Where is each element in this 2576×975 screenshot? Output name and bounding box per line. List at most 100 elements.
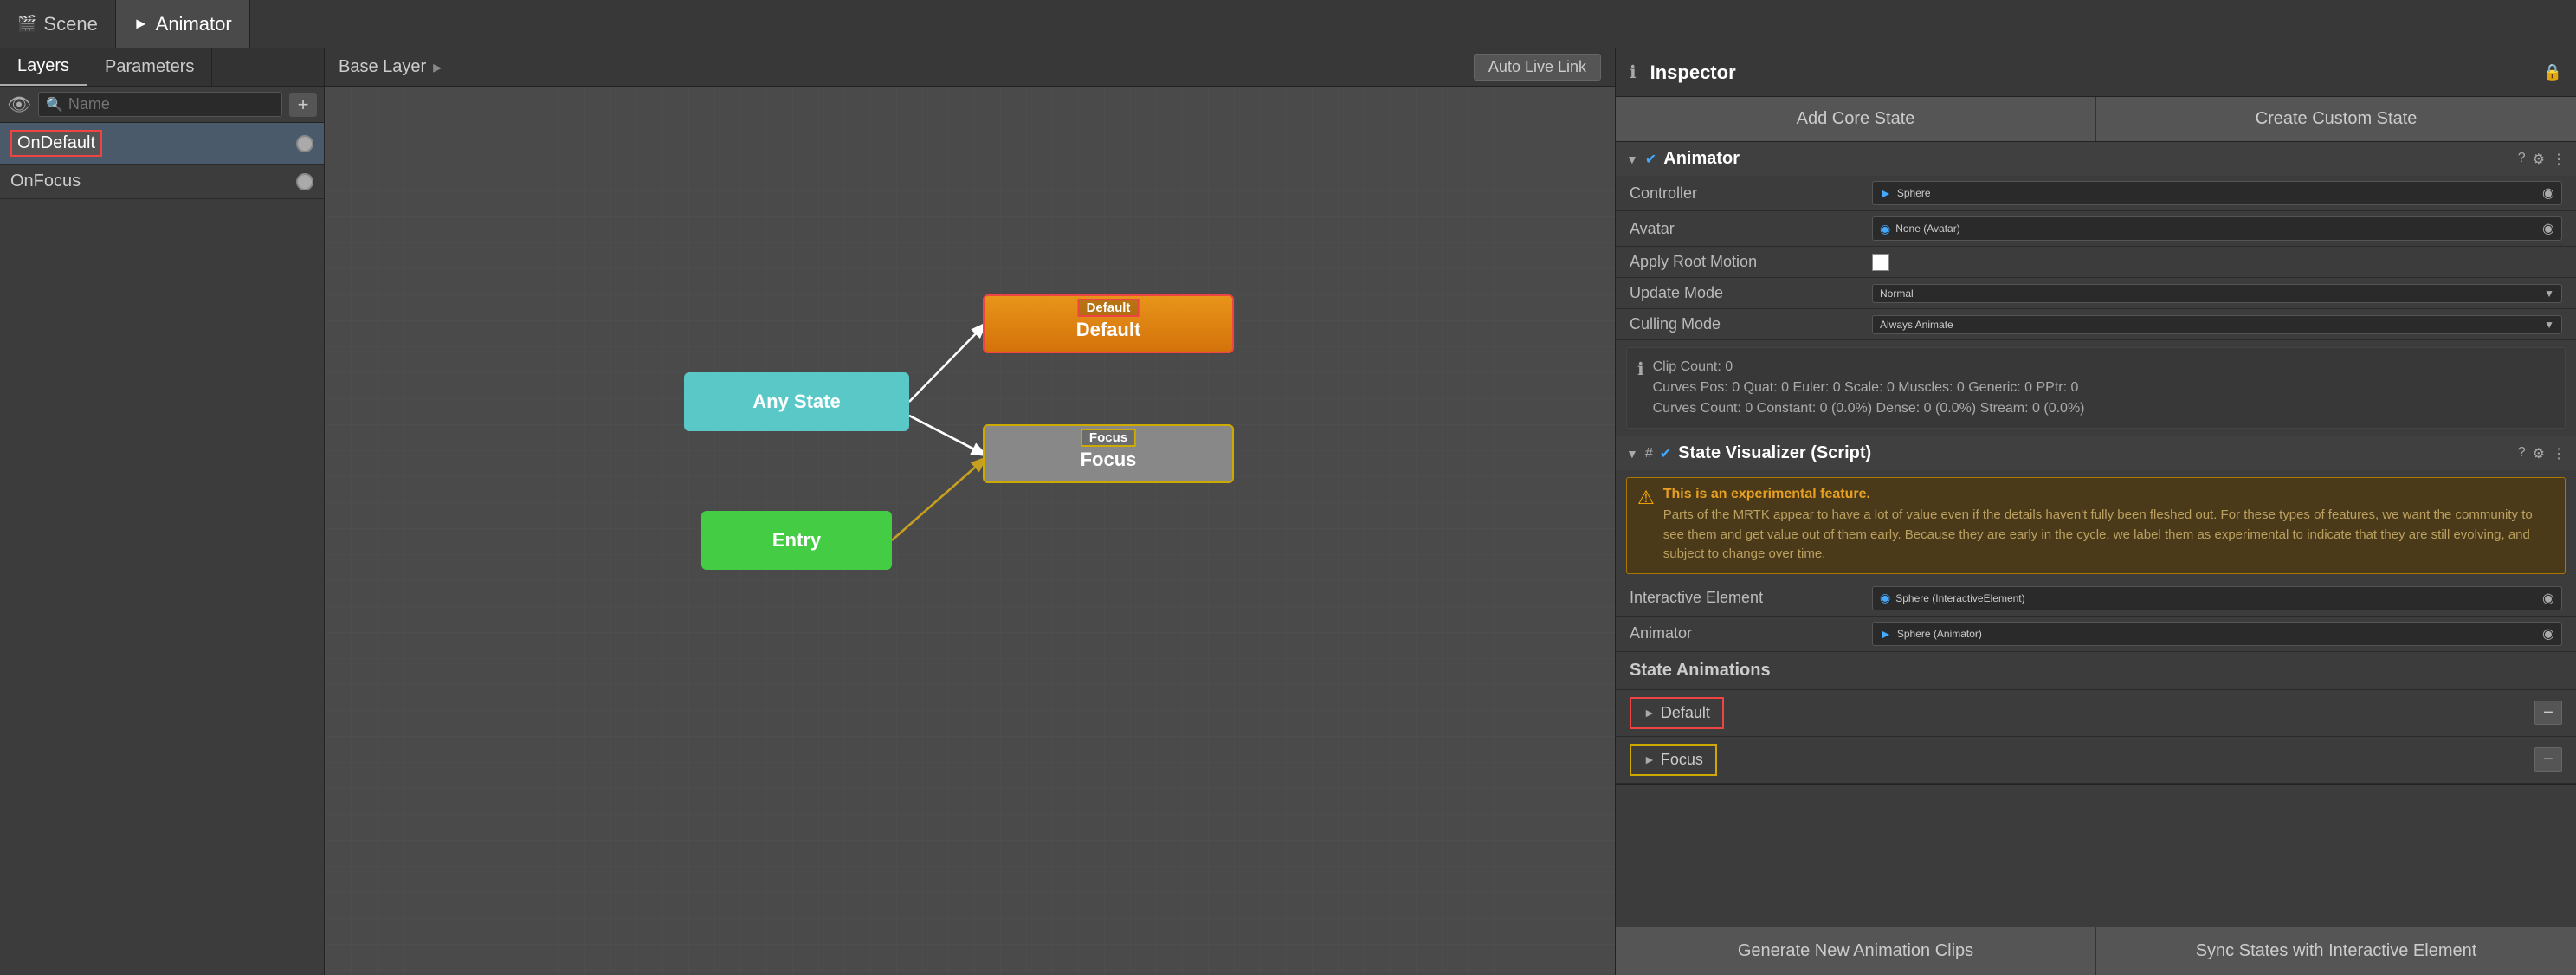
prop-update-mode: Update Mode Normal ▼	[1616, 278, 2576, 309]
layer-item-ondefault[interactable]: OnDefault	[0, 123, 324, 165]
add-core-state-button[interactable]: Add Core State	[1616, 97, 2096, 141]
state-anim-default-arrow: ►	[1643, 706, 1656, 720]
warning-content: This is an experimental feature. Parts o…	[1663, 487, 2554, 565]
prop-apply-root-motion: Apply Root Motion	[1616, 247, 2576, 278]
animator-overflow-icon[interactable]: ⋮	[2552, 151, 2566, 168]
animator-sv-icon: ►	[1880, 627, 1892, 641]
tab-scene[interactable]: 🎬 Scene	[0, 0, 116, 48]
avatar-icon: ◉	[1880, 222, 1890, 236]
culling-mode-value: Always Animate	[1880, 319, 1953, 331]
warning-box: ⚠ This is an experimental feature. Parts…	[1626, 477, 2566, 574]
inspector-icon: ℹ	[1630, 61, 1637, 83]
sv-checkbox[interactable]: ✔	[1660, 445, 1671, 462]
animator-section-buttons: ? ⚙ ⋮	[2518, 151, 2566, 168]
search-input[interactable]	[68, 95, 274, 113]
breadcrumb-separator: ▸	[433, 56, 442, 78]
culling-mode-select[interactable]: Always Animate ▼	[1872, 315, 2562, 334]
layer-item-onfocus[interactable]: OnFocus	[0, 165, 324, 199]
inspector-header: ℹ Inspector 🔒	[1616, 48, 2576, 97]
sv-settings-icon[interactable]: ⚙	[2533, 445, 2545, 462]
tab-animator[interactable]: ► Animator	[116, 0, 250, 48]
update-mode-arrow: ▼	[2544, 287, 2554, 300]
layer-weight-onfocus	[296, 173, 313, 190]
node-any-state[interactable]: Any State	[684, 372, 909, 431]
warning-icon: ⚠	[1637, 487, 1655, 565]
state-anim-default-label: Default	[1661, 704, 1710, 722]
ie-select-icon: ◉	[2542, 590, 2554, 607]
tab-animator-label: Animator	[156, 13, 232, 36]
auto-live-link-button[interactable]: Auto Live Link	[1474, 54, 1601, 81]
tab-parameters[interactable]: Parameters	[87, 48, 212, 86]
sv-help-icon[interactable]: ?	[2518, 445, 2526, 462]
layer-name-ondefault: OnDefault	[10, 130, 102, 157]
sv-section-header[interactable]: ▼ # ✔ State Visualizer (Script) ? ⚙ ⋮	[1616, 436, 2576, 470]
state-anim-default-box[interactable]: ► Default	[1630, 697, 1724, 729]
state-anim-focus-box[interactable]: ► Focus	[1630, 744, 1717, 776]
avatar-name: None (Avatar)	[1895, 223, 1959, 235]
eye-button[interactable]: 👁	[7, 94, 31, 116]
culling-mode-arrow: ▼	[2544, 319, 2554, 331]
node-entry[interactable]: Entry	[701, 511, 892, 570]
focus-node-label-badge: Focus	[1081, 429, 1136, 447]
state-anim-default-remove[interactable]: −	[2534, 701, 2562, 725]
left-panel-tabs: Layers Parameters	[0, 48, 324, 87]
prop-controller: Controller ► Sphere ◉	[1616, 176, 2576, 211]
animator-expand-arrow: ▼	[1626, 152, 1638, 166]
avatar-value[interactable]: ◉ None (Avatar) ◉	[1872, 216, 2562, 241]
animator-section-title: Animator	[1663, 149, 2510, 169]
scene-icon: 🎬	[17, 15, 36, 33]
sv-hash-icon: #	[1645, 446, 1653, 462]
bottom-buttons: Generate New Animation Clips Sync States…	[1616, 927, 2576, 975]
node-default[interactable]: Default Default	[983, 294, 1234, 353]
lock-icon: 🔒	[2543, 63, 2562, 81]
arrows-svg	[325, 87, 1615, 975]
search-box: 🔍	[38, 92, 282, 117]
animator-section-header[interactable]: ▼ ✔ Animator ? ⚙ ⋮	[1616, 142, 2576, 176]
animator-section-checkbox[interactable]: ✔	[1645, 151, 1656, 168]
focus-node-text: Focus	[1081, 449, 1137, 471]
create-custom-state-button[interactable]: Create Custom State	[2096, 97, 2576, 141]
layer-weight-ondefault	[296, 135, 313, 152]
animator-sv-name: Sphere (Animator)	[1897, 628, 1982, 640]
left-toolbar: 👁 🔍 +	[0, 87, 324, 123]
state-anim-focus-label: Focus	[1661, 751, 1703, 769]
controller-icon: ►	[1880, 186, 1892, 200]
controller-value[interactable]: ► Sphere ◉	[1872, 181, 2562, 205]
controller-name: Sphere	[1897, 187, 1931, 199]
right-panel: ℹ Inspector 🔒 Add Core State Create Cust…	[1615, 48, 2576, 975]
update-mode-select[interactable]: Normal ▼	[1872, 284, 2562, 303]
sync-states-button[interactable]: Sync States with Interactive Element	[2096, 927, 2576, 975]
info-icon: ℹ	[1637, 358, 1644, 419]
breadcrumb: Base Layer ▸	[339, 56, 442, 78]
animator-help-icon[interactable]: ?	[2518, 151, 2526, 168]
canvas-area: Base Layer ▸ Auto Live Link	[325, 48, 1615, 975]
default-node-label-badge: Default	[1078, 299, 1140, 317]
state-anim-focus-remove[interactable]: −	[2534, 747, 2562, 772]
state-anim-focus: ► Focus −	[1616, 737, 2576, 784]
animator-info-box: ℹ Clip Count: 0 Curves Pos: 0 Quat: 0 Eu…	[1626, 347, 2566, 429]
inspector-title: Inspector	[1650, 61, 1736, 84]
info-line-3: Curves Count: 0 Constant: 0 (0.0%) Dense…	[1653, 398, 2085, 419]
animator-settings-icon[interactable]: ⚙	[2533, 151, 2545, 168]
generate-animation-clips-button[interactable]: Generate New Animation Clips	[1616, 927, 2096, 975]
animator-sv-value[interactable]: ► Sphere (Animator) ◉	[1872, 622, 2562, 646]
search-icon: 🔍	[46, 96, 63, 113]
update-mode-value: Normal	[1880, 287, 1914, 300]
interactive-element-value[interactable]: ◉ Sphere (InteractiveElement) ◉	[1872, 586, 2562, 610]
info-line-1: Clip Count: 0	[1653, 357, 2085, 378]
tab-layers[interactable]: Layers	[0, 48, 87, 86]
add-layer-button[interactable]: +	[289, 93, 317, 117]
warning-title: This is an experimental feature.	[1663, 487, 2554, 502]
interactive-element-icon: ◉	[1880, 591, 1890, 605]
sv-overflow-icon[interactable]: ⋮	[2552, 445, 2566, 462]
default-node-text: Default	[1076, 319, 1141, 341]
animator-canvas[interactable]: Any State Entry Default Default Focus Fo…	[325, 87, 1615, 975]
controller-select-icon: ◉	[2542, 184, 2554, 202]
action-buttons: Add Core State Create Custom State	[1616, 97, 2576, 142]
sv-expand-arrow: ▼	[1626, 447, 1638, 461]
sv-section-buttons: ? ⚙ ⋮	[2518, 445, 2566, 462]
apply-root-motion-checkbox[interactable]	[1872, 254, 1889, 271]
node-focus[interactable]: Focus Focus	[983, 424, 1234, 483]
info-text: Clip Count: 0 Curves Pos: 0 Quat: 0 Eule…	[1653, 357, 2085, 419]
interactive-element-name: Sphere (InteractiveElement)	[1895, 592, 2024, 604]
